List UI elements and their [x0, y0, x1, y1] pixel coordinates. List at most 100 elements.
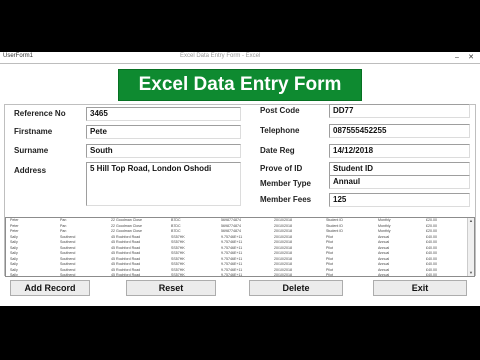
list-cell: Pilot	[326, 262, 333, 266]
list-cell: Sally	[10, 256, 18, 261]
list-cell: £40.00	[426, 273, 437, 277]
listbox-scrollbar[interactable]: ▲ ▼	[467, 218, 474, 276]
list-cell: 20/10/2018	[274, 251, 292, 255]
list-cell: 9.75746E+11	[221, 262, 243, 266]
list-cell: Peter	[10, 218, 19, 222]
list-cell: Annual	[378, 251, 390, 255]
list-cell: B7DC	[171, 218, 181, 222]
post-code-label: Post Code	[260, 106, 300, 115]
list-cell: 20/10/2018	[274, 262, 292, 266]
list-cell: SS57HK	[171, 245, 185, 250]
list-cell: 22 Goodman Close	[111, 229, 142, 233]
list-cell: Pan	[60, 218, 67, 222]
list-cell: Pilot	[326, 240, 333, 244]
member-fees-label: Member Fees	[260, 195, 312, 204]
reset-button[interactable]: Reset	[126, 280, 216, 296]
minimize-icon[interactable]: –	[450, 52, 464, 63]
list-cell: SS57HK	[171, 251, 185, 255]
list-cell: 45 Rochford Road	[111, 262, 141, 266]
window-title: UserForm1	[3, 53, 34, 59]
list-cell: 9.75746E+11	[221, 240, 243, 244]
list-cell: Sally	[10, 251, 18, 255]
list-cell: 20/10/2018	[274, 273, 292, 277]
list-cell: £20.00	[426, 223, 437, 228]
firstname-label: Firstname	[14, 127, 53, 136]
list-cell: 45 Rochford Road	[111, 234, 141, 239]
list-cell: 20/10/2018	[274, 234, 292, 239]
list-cell: Pilot	[326, 273, 333, 277]
member-type-field[interactable]: Annaul	[329, 175, 470, 189]
address-field[interactable]: 5 Hill Top Road, London Oshodi	[86, 162, 241, 206]
list-cell: 9.75746E+11	[221, 251, 243, 255]
telephone-field[interactable]: 087555452255	[329, 124, 470, 138]
list-cell: 45 Rochford Road	[111, 245, 141, 250]
list-cell: 45 Rochford Road	[111, 251, 141, 255]
scroll-down-icon[interactable]: ▼	[468, 270, 474, 276]
list-cell: 9.75746E+11	[221, 245, 243, 250]
list-cell: Sally	[10, 262, 18, 266]
scroll-up-icon[interactable]: ▲	[468, 218, 474, 224]
list-cell: Monthly	[378, 218, 391, 222]
list-cell: Sally	[10, 234, 18, 239]
list-cell: B7DC	[171, 229, 181, 233]
close-icon[interactable]: ✕	[464, 52, 478, 63]
list-cell: 22 Goodman Close	[111, 218, 142, 222]
list-cell: Pan	[60, 229, 67, 233]
list-cell: Annual	[378, 262, 390, 266]
list-cell: £40.00	[426, 240, 437, 244]
add-record-button[interactable]: Add Record	[10, 280, 90, 296]
list-cell: Sally	[10, 267, 18, 272]
list-cell: £40.00	[426, 234, 437, 239]
list-cell: 9.75746E+11	[221, 267, 243, 272]
list-cell: Pilot	[326, 251, 333, 255]
list-cell: SS57HK	[171, 240, 185, 244]
list-cell: 22 Goodman Close	[111, 223, 142, 228]
list-cell: 20/10/2018	[274, 218, 292, 222]
surname-field[interactable]: South	[86, 144, 241, 158]
list-cell: SS57HK	[171, 262, 185, 266]
exit-button[interactable]: Exit	[373, 280, 467, 296]
list-cell: Peter	[10, 229, 19, 233]
list-cell: £40.00	[426, 267, 437, 272]
list-cell: 45 Rochford Road	[111, 273, 141, 277]
list-cell: 20/10/2018	[274, 240, 292, 244]
prove-of-id-label: Prove of ID	[260, 164, 303, 173]
list-cell: Southend	[60, 245, 76, 250]
list-cell: Student ID	[326, 223, 343, 228]
post-code-field[interactable]: DD77	[329, 104, 470, 118]
list-cell: Annual	[378, 273, 390, 277]
records-listbox[interactable]: Peter Pan 22 Goodman Close B7DC 5698774874 20…	[5, 217, 475, 277]
list-cell: SS57HK	[171, 273, 185, 277]
list-cell: 5698774874	[221, 218, 241, 222]
member-type-label: Member Type	[260, 179, 311, 188]
list-cell: B7DC	[171, 223, 181, 228]
app-title: Excel Data Entry Form - Excel	[180, 53, 261, 59]
list-cell: 45 Rochford Road	[111, 256, 141, 261]
reference-no-label: Reference No	[14, 109, 66, 118]
list-cell: £20.00	[426, 218, 437, 222]
list-cell: 9.75746E+11	[221, 256, 243, 261]
list-item[interactable]: Sally Southend 45 Rochford Road SS57HK 9.757…	[6, 273, 474, 277]
list-cell: Southend	[60, 256, 76, 261]
userform-window: Excel Data Entry Form Reference No 3465 …	[0, 64, 480, 306]
telephone-label: Telephone	[260, 126, 300, 135]
date-reg-field[interactable]: 14/12/2018	[329, 144, 470, 158]
firstname-field[interactable]: Pete	[86, 125, 241, 139]
list-cell: Pilot	[326, 256, 333, 261]
member-fees-field[interactable]: 125	[329, 193, 470, 207]
surname-label: Surname	[14, 146, 49, 155]
delete-button[interactable]: Delete	[249, 280, 343, 296]
list-cell: Monthly	[378, 229, 391, 233]
list-cell: SS57HK	[171, 256, 185, 261]
list-cell: Southend	[60, 251, 76, 255]
prove-of-id-field[interactable]: Student ID	[329, 162, 470, 176]
list-cell: 20/10/2018	[274, 223, 292, 228]
reference-no-field[interactable]: 3465	[86, 107, 241, 121]
date-reg-label: Date Reg	[260, 146, 295, 155]
list-cell: 9.75746E+11	[221, 273, 243, 277]
list-cell: 45 Rochford Road	[111, 240, 141, 244]
list-cell: Southend	[60, 240, 76, 244]
list-cell: 5698774874	[221, 223, 241, 228]
list-cell: Peter	[10, 223, 19, 228]
list-cell: Annual	[378, 267, 390, 272]
